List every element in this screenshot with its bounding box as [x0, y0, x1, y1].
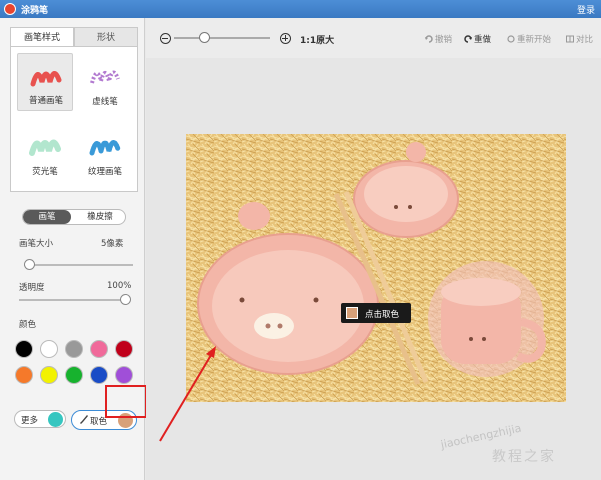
color-swatch[interactable] [40, 366, 58, 384]
zoom-actual-size[interactable]: 1:1原大 [300, 33, 334, 46]
opacity-value: 100% [107, 281, 132, 291]
opacity-slider-track[interactable] [19, 299, 130, 301]
highlighter-brush-icon [29, 139, 61, 156]
color-swatch[interactable] [15, 340, 33, 358]
zoom-slider-thumb[interactable] [199, 32, 210, 43]
tab-shape[interactable]: 形状 [74, 27, 138, 47]
restart-icon [507, 35, 515, 43]
color-swatch[interactable] [90, 366, 108, 384]
normal-brush-icon [30, 71, 62, 87]
tab-brush-style[interactable]: 画笔样式 [10, 27, 74, 47]
more-colors-label: 更多 [21, 416, 39, 426]
brush-normal-label: 普通画笔 [28, 96, 63, 106]
undo-icon [425, 35, 433, 43]
brush-normal[interactable]: 普通画笔 [17, 53, 73, 111]
dashed-brush-icon [90, 70, 120, 84]
mode-toggle: 画笔 橡皮擦 [22, 209, 126, 225]
brush-highlighter-label: 荧光笔 [32, 167, 58, 177]
compare-label: 对比 [576, 35, 594, 45]
redo-label: 重做 [474, 35, 492, 45]
redo-button[interactable]: 重做 [464, 33, 491, 45]
eyedropper-icon [80, 415, 88, 424]
brush-texture-label: 纹理画笔 [87, 167, 122, 177]
restart-button[interactable]: 重新开始 [507, 33, 551, 45]
watermark-site: 教程之家 [492, 449, 556, 465]
more-colors-button[interactable]: 更多 [14, 410, 66, 428]
brush-highlighter[interactable]: 荧光笔 [17, 123, 73, 181]
color-swatch[interactable] [40, 340, 58, 358]
brush-size-slider-track[interactable] [24, 264, 133, 266]
restart-label: 重新开始 [517, 35, 552, 45]
color-swatch[interactable] [115, 366, 133, 384]
color-swatch[interactable] [15, 366, 33, 384]
canvas-photo[interactable] [186, 134, 566, 402]
color-swatch[interactable] [115, 340, 133, 358]
brush-texture[interactable]: 纹理画笔 [77, 123, 133, 181]
tooltip-color-swatch [346, 307, 358, 319]
redo-icon [464, 35, 472, 43]
brush-size-value: 5像素 [101, 239, 124, 249]
sidebar-tabs: 画笔样式 形状 [10, 27, 138, 47]
app-logo-icon [4, 3, 16, 15]
canvas-area[interactable] [146, 58, 601, 480]
compare-icon [566, 35, 574, 43]
toolbar: 1:1原大 撤销 重做 重新开始 对比 [146, 18, 601, 58]
tooltip-label: 点击取色 [365, 310, 400, 320]
color-swatch[interactable] [90, 340, 108, 358]
zoom-in-icon[interactable] [280, 33, 291, 44]
undo-button[interactable]: 撤销 [425, 33, 452, 45]
brush-size-slider-thumb[interactable] [24, 259, 35, 270]
mode-eraser-button[interactable]: 橡皮擦 [75, 210, 125, 224]
color-swatch[interactable] [65, 340, 83, 358]
undo-label: 撤销 [435, 35, 453, 45]
brush-dashed[interactable]: 虚线笔 [77, 53, 133, 111]
login-link[interactable]: 登录 [577, 3, 595, 16]
texture-brush-icon [89, 140, 121, 156]
mode-pen-button[interactable]: 画笔 [23, 210, 71, 224]
brush-dashed-label: 虚线笔 [92, 97, 118, 107]
compare-button[interactable]: 对比 [566, 33, 593, 45]
highlight-annotation [105, 385, 147, 418]
color-pick-tooltip: 点击取色 [341, 303, 411, 323]
zoom-out-icon[interactable] [160, 33, 171, 44]
more-colors-swatch [48, 412, 63, 427]
zoom-slider-track[interactable] [174, 37, 270, 39]
opacity-label: 透明度 [19, 283, 45, 293]
brush-panel: 普通画笔 虚线笔 荧光笔 纹理画笔 [10, 46, 138, 192]
app-title: 涂鸦笔 [21, 6, 49, 16]
opacity-slider-thumb[interactable] [120, 294, 131, 305]
colors-label: 颜色 [19, 320, 37, 330]
title-bar: 涂鸦笔 登录 [0, 0, 601, 18]
brush-size-label: 画笔大小 [19, 239, 54, 249]
color-swatch[interactable] [65, 366, 83, 384]
